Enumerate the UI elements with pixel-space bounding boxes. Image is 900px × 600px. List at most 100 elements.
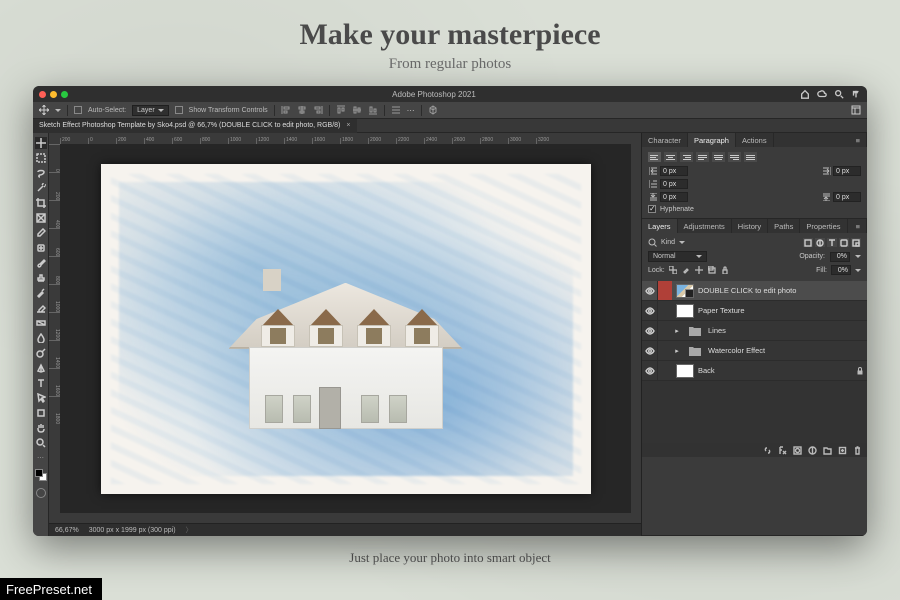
layer-name[interactable]: Paper Texture: [698, 306, 867, 315]
eraser-tool[interactable]: [35, 302, 47, 314]
cloud-icon[interactable]: [817, 89, 827, 99]
layer-name[interactable]: Back: [698, 366, 853, 375]
adjustment-layer-icon[interactable]: [808, 446, 817, 455]
auto-select-mode[interactable]: Layer: [132, 105, 169, 116]
indent-right-field[interactable]: [833, 166, 861, 176]
indent-first-field[interactable]: [660, 179, 688, 189]
home-icon[interactable]: [800, 89, 810, 99]
layer-thumb[interactable]: [676, 304, 694, 318]
close-tab-icon[interactable]: ×: [346, 122, 350, 129]
zoom-level[interactable]: 66,67%: [55, 527, 79, 534]
delete-layer-icon[interactable]: [853, 446, 862, 455]
path-select-tool[interactable]: [35, 392, 47, 404]
align-center-button[interactable]: [664, 152, 677, 162]
filter-type-icon[interactable]: [827, 238, 837, 247]
layers-empty-area[interactable]: [642, 381, 867, 443]
search-icon[interactable]: [834, 89, 844, 99]
lock-paint-icon[interactable]: [682, 266, 691, 275]
layer-name[interactable]: DOUBLE CLICK to edit photo: [698, 286, 867, 295]
justify-center-button[interactable]: [712, 152, 725, 162]
layer-mask-icon[interactable]: [793, 446, 802, 455]
traffic-minimize[interactable]: [50, 91, 57, 98]
folder-disclosure-icon[interactable]: ▸: [672, 347, 682, 355]
eye-icon[interactable]: [642, 341, 658, 360]
justify-all-button[interactable]: [744, 152, 757, 162]
fill-dropdown[interactable]: [855, 269, 861, 272]
eyedropper-tool[interactable]: [35, 227, 47, 239]
type-tool[interactable]: [35, 377, 47, 389]
status-chevron[interactable]: 〉: [186, 525, 193, 535]
marquee-tool[interactable]: [35, 152, 47, 164]
layer-row[interactable]: ▸ Lines: [642, 321, 867, 341]
opacity-field[interactable]: [830, 252, 850, 262]
space-before-field[interactable]: [660, 192, 688, 202]
layer-thumb[interactable]: [676, 364, 694, 378]
heal-tool[interactable]: [35, 242, 47, 254]
filter-kind-dropdown[interactable]: [679, 241, 685, 244]
indent-left-field[interactable]: [660, 166, 688, 176]
lock-transparency-icon[interactable]: [669, 266, 678, 275]
eye-icon[interactable]: [642, 321, 658, 340]
layer-thumb-smart[interactable]: [676, 284, 694, 298]
space-after-field[interactable]: [833, 192, 861, 202]
move-tool[interactable]: [35, 137, 47, 149]
zoom-tool[interactable]: [35, 437, 47, 449]
group-layers-icon[interactable]: [823, 446, 832, 455]
layer-row[interactable]: ▸ Watercolor Effect: [642, 341, 867, 361]
show-transform-checkbox[interactable]: [175, 106, 183, 114]
eye-icon[interactable]: [642, 361, 658, 380]
tab-history[interactable]: History: [732, 219, 768, 233]
eye-icon[interactable]: [642, 281, 658, 300]
align-vcenter-icon[interactable]: [352, 105, 362, 115]
traffic-close[interactable]: [39, 91, 46, 98]
tab-properties[interactable]: Properties: [800, 219, 847, 233]
layers-panel-menu-icon[interactable]: ≡: [850, 219, 867, 233]
align-hcenter-icon[interactable]: [297, 105, 307, 115]
color-swatches[interactable]: [35, 469, 47, 481]
align-top-icon[interactable]: [336, 105, 346, 115]
scrollbar-vertical[interactable]: [631, 144, 641, 513]
filter-pixel-icon[interactable]: [803, 238, 813, 247]
align-right-button[interactable]: [680, 152, 693, 162]
share-icon[interactable]: [851, 89, 861, 99]
hand-tool[interactable]: [35, 422, 47, 434]
pen-tool[interactable]: [35, 362, 47, 374]
more-align-menu[interactable]: ⋯: [407, 106, 415, 115]
wand-tool[interactable]: [35, 182, 47, 194]
tab-paragraph[interactable]: Paragraph: [688, 133, 736, 147]
edit-toolbar-icon[interactable]: ⋯: [37, 454, 44, 462]
eye-icon[interactable]: [642, 301, 658, 320]
new-layer-icon[interactable]: [838, 446, 847, 455]
tab-actions[interactable]: Actions: [736, 133, 774, 147]
align-right-icon[interactable]: [313, 105, 323, 115]
align-left-button[interactable]: [648, 152, 661, 162]
search-layers-icon[interactable]: [648, 238, 657, 247]
ruler-horizontal[interactable]: 2000200400600800100012001400160018002000…: [49, 133, 641, 144]
traffic-maximize[interactable]: [61, 91, 68, 98]
distribute-icon[interactable]: [391, 105, 401, 115]
crop-tool[interactable]: [35, 197, 47, 209]
folder-disclosure-icon[interactable]: ▸: [672, 327, 682, 335]
workspace-icon[interactable]: [851, 105, 861, 115]
tool-preset-dropdown[interactable]: [55, 109, 61, 112]
filter-smart-icon[interactable]: [851, 238, 861, 247]
frame-tool[interactable]: [35, 212, 47, 224]
opacity-dropdown[interactable]: [855, 255, 861, 258]
layer-row[interactable]: DOUBLE CLICK to edit photo: [642, 281, 867, 301]
layer-row[interactable]: Paper Texture: [642, 301, 867, 321]
hyphenate-checkbox[interactable]: [648, 205, 656, 213]
3d-mode-icon[interactable]: [428, 105, 438, 115]
dodge-tool[interactable]: [35, 347, 47, 359]
align-bottom-icon[interactable]: [368, 105, 378, 115]
tab-paths[interactable]: Paths: [768, 219, 800, 233]
justify-right-button[interactable]: [728, 152, 741, 162]
document-dimensions[interactable]: 3000 px x 1999 px (300 ppi): [89, 527, 176, 534]
filter-shape-icon[interactable]: [839, 238, 849, 247]
lock-all-icon[interactable]: [721, 266, 730, 275]
ruler-vertical[interactable]: 020040060080010001200140016001800: [49, 144, 60, 513]
canvas[interactable]: [60, 144, 631, 513]
fill-field[interactable]: [831, 265, 851, 275]
layer-name[interactable]: Watercolor Effect: [708, 346, 867, 355]
link-layers-icon[interactable]: [763, 446, 772, 455]
brush-tool[interactable]: [35, 257, 47, 269]
